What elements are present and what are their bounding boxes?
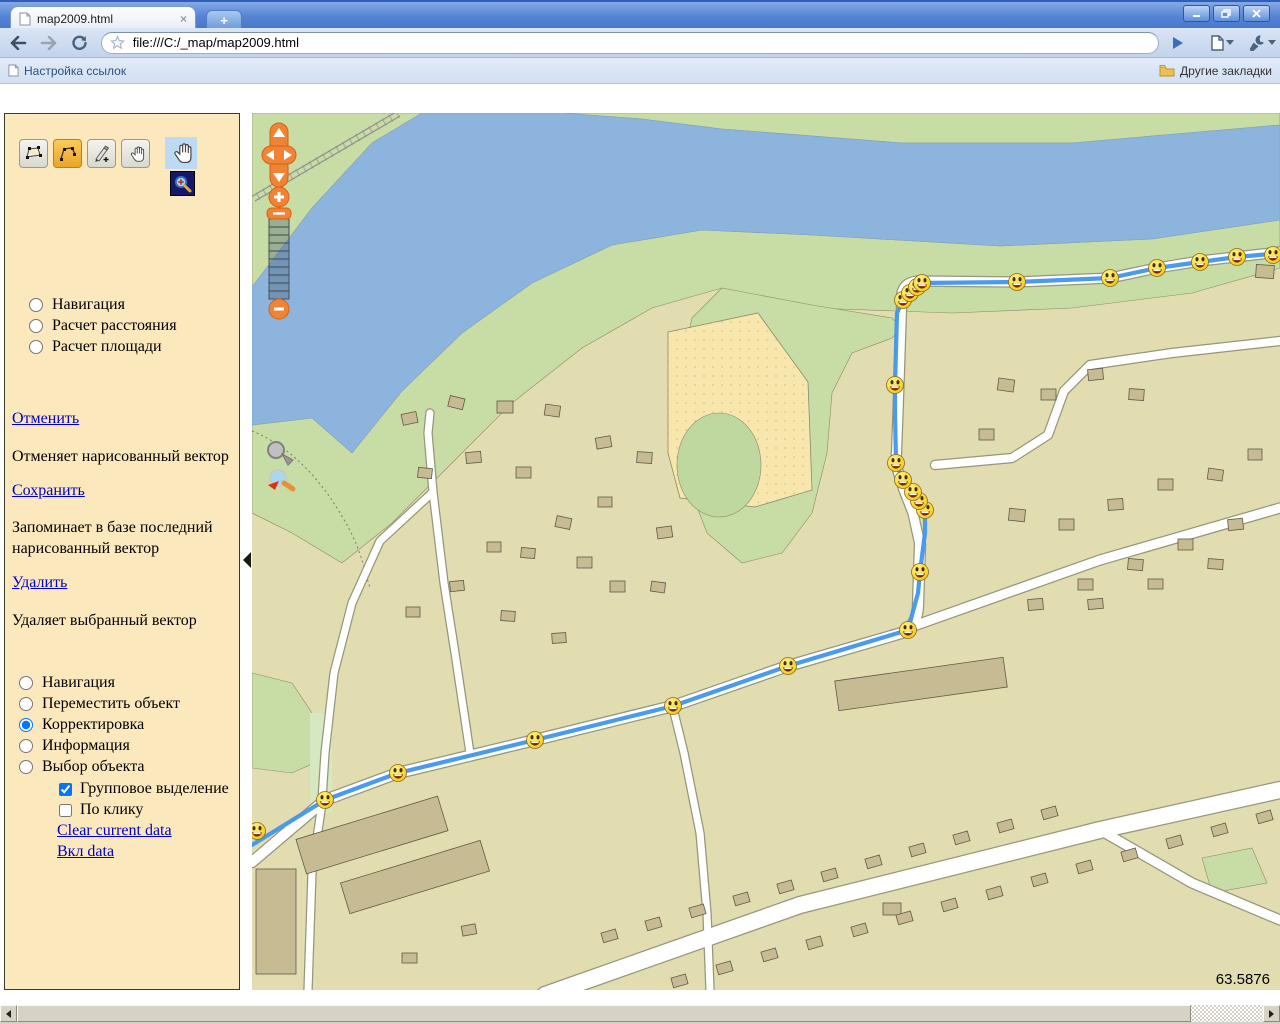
- map-control-panel: Навигация Расчет расстояния Расчет площа…: [4, 113, 240, 990]
- left-arrow-icon: [6, 1009, 11, 1018]
- window-restore-button[interactable]: [1213, 5, 1240, 22]
- radio-row-area[interactable]: Расчет площади: [29, 338, 162, 356]
- checkbox-label: По клику: [80, 801, 144, 818]
- radio-row-navigation[interactable]: Навигация: [29, 296, 125, 314]
- select-area-icon: [26, 146, 42, 159]
- browser-toolbar: [0, 28, 1280, 58]
- scroll-right-button[interactable]: [1263, 1005, 1280, 1022]
- radio-label: Переместить объект: [42, 695, 180, 712]
- cancel-description: Отменяет нарисованный вектор: [12, 448, 229, 465]
- reload-button[interactable]: [67, 31, 93, 55]
- bookmark-label: Другие закладки: [1180, 63, 1272, 78]
- go-arrow-icon: [1173, 36, 1184, 49]
- page-menu-button[interactable]: [1205, 31, 1239, 55]
- checkbox-row-by-click[interactable]: По клику: [59, 801, 143, 819]
- tool-zoom-in-button[interactable]: [170, 171, 195, 196]
- scroll-left-button[interactable]: [0, 1005, 17, 1022]
- plus-icon: +: [220, 12, 228, 28]
- save-description: Запоминает в базе последний нарисованный…: [12, 519, 213, 557]
- pencil-plus-icon: [95, 145, 110, 162]
- page-icon: [8, 64, 19, 77]
- radio-row-correction[interactable]: Корректировка: [19, 716, 144, 734]
- coordinate-readout: 63.5876: [1215, 971, 1270, 988]
- chevron-down-icon: [1267, 40, 1276, 45]
- tab-title: map2009.html: [37, 11, 114, 26]
- other-bookmarks-button[interactable]: Другие закладки: [1159, 64, 1272, 78]
- forward-button[interactable]: [36, 31, 62, 55]
- tool-pan-hand-button[interactable]: [121, 139, 150, 168]
- sidebar-collapse-handle[interactable]: [243, 552, 251, 568]
- map-graphic: [252, 113, 1280, 990]
- url-field[interactable]: [130, 34, 1151, 51]
- hand-icon: [130, 146, 144, 162]
- radio-label: Расчет площади: [52, 338, 162, 355]
- page-favicon: [19, 12, 31, 25]
- radio-row-navigation2[interactable]: Навигация: [19, 674, 115, 692]
- back-arrow-icon: [10, 35, 27, 50]
- checkbox-row-group-selection[interactable]: Групповое выделение: [59, 780, 229, 798]
- page-icon: [1211, 34, 1224, 51]
- radio-input[interactable]: [19, 697, 33, 711]
- bookmark-configure-links[interactable]: Настройка ссылок: [8, 64, 126, 78]
- checkbox-label: Групповое выделение: [80, 780, 229, 797]
- window-minimize-button[interactable]: [1183, 5, 1210, 22]
- new-tab-button[interactable]: +: [206, 10, 242, 30]
- radio-input[interactable]: [29, 319, 43, 333]
- radio-row-move-object[interactable]: Переместить объект: [19, 695, 180, 713]
- right-arrow-icon: [1269, 1009, 1274, 1018]
- horizontal-scrollbar[interactable]: [0, 1005, 1280, 1022]
- delete-link[interactable]: Удалить: [12, 574, 67, 592]
- enable-data-link[interactable]: Вкл data: [57, 843, 114, 861]
- radio-row-information[interactable]: Информация: [19, 737, 130, 755]
- wrench-icon: [1249, 35, 1264, 51]
- map-canvas[interactable]: 63.5876: [252, 113, 1280, 990]
- radio-input[interactable]: [19, 676, 33, 690]
- browser-tab-strip: map2009.html × +: [0, 0, 1280, 30]
- delete-description: Удаляет выбранный вектор: [12, 612, 197, 629]
- radio-input[interactable]: [29, 340, 43, 354]
- save-link[interactable]: Сохранить: [12, 482, 85, 500]
- back-button[interactable]: [5, 31, 31, 55]
- wrench-menu-button[interactable]: [1244, 31, 1280, 55]
- radio-input[interactable]: [19, 739, 33, 753]
- tool-draw-polygon-button[interactable]: [53, 139, 82, 168]
- bookmark-star-icon[interactable]: [109, 35, 125, 50]
- scrollbar-thumb[interactable]: [17, 1005, 1191, 1022]
- go-button[interactable]: [1165, 31, 1191, 55]
- radio-label: Информация: [42, 737, 130, 754]
- tool-draw-vector-button[interactable]: [87, 139, 116, 168]
- draw-polygon-icon: [60, 147, 76, 161]
- radio-label: Корректировка: [42, 716, 145, 733]
- radio-input[interactable]: [29, 298, 43, 312]
- radio-label: Выбор объекта: [42, 758, 145, 775]
- radio-row-select-object[interactable]: Выбор объекта: [19, 758, 145, 776]
- forward-arrow-icon: [40, 35, 57, 50]
- radio-input[interactable]: [19, 760, 33, 774]
- clear-current-data-link[interactable]: Clear current data: [57, 822, 172, 840]
- radio-label: Навигация: [42, 674, 115, 691]
- checkbox-input[interactable]: [59, 803, 72, 817]
- reload-icon: [72, 35, 87, 50]
- cancel-link[interactable]: Отменить: [12, 410, 79, 428]
- hand-icon: [174, 143, 192, 164]
- folder-icon: [1159, 65, 1175, 77]
- radio-label: Расчет расстояния: [52, 317, 177, 334]
- tool-select-area-button[interactable]: [19, 139, 48, 168]
- tab-close-icon[interactable]: ×: [180, 13, 187, 25]
- browser-tab[interactable]: map2009.html ×: [10, 6, 196, 30]
- chevron-down-icon: [1226, 40, 1235, 45]
- radio-label: Навигация: [52, 296, 125, 313]
- pan-cursor-icon: [165, 137, 197, 169]
- bookmarks-bar: Настройка ссылок Другие закладки: [0, 58, 1280, 84]
- radio-row-distance[interactable]: Расчет расстояния: [29, 317, 177, 335]
- omnibox[interactable]: [100, 31, 1160, 54]
- radio-input[interactable]: [19, 718, 33, 732]
- window-close-button[interactable]: [1243, 5, 1270, 22]
- zoom-in-icon: [174, 175, 192, 193]
- checkbox-input[interactable]: [59, 782, 72, 796]
- bookmark-label: Настройка ссылок: [24, 63, 127, 78]
